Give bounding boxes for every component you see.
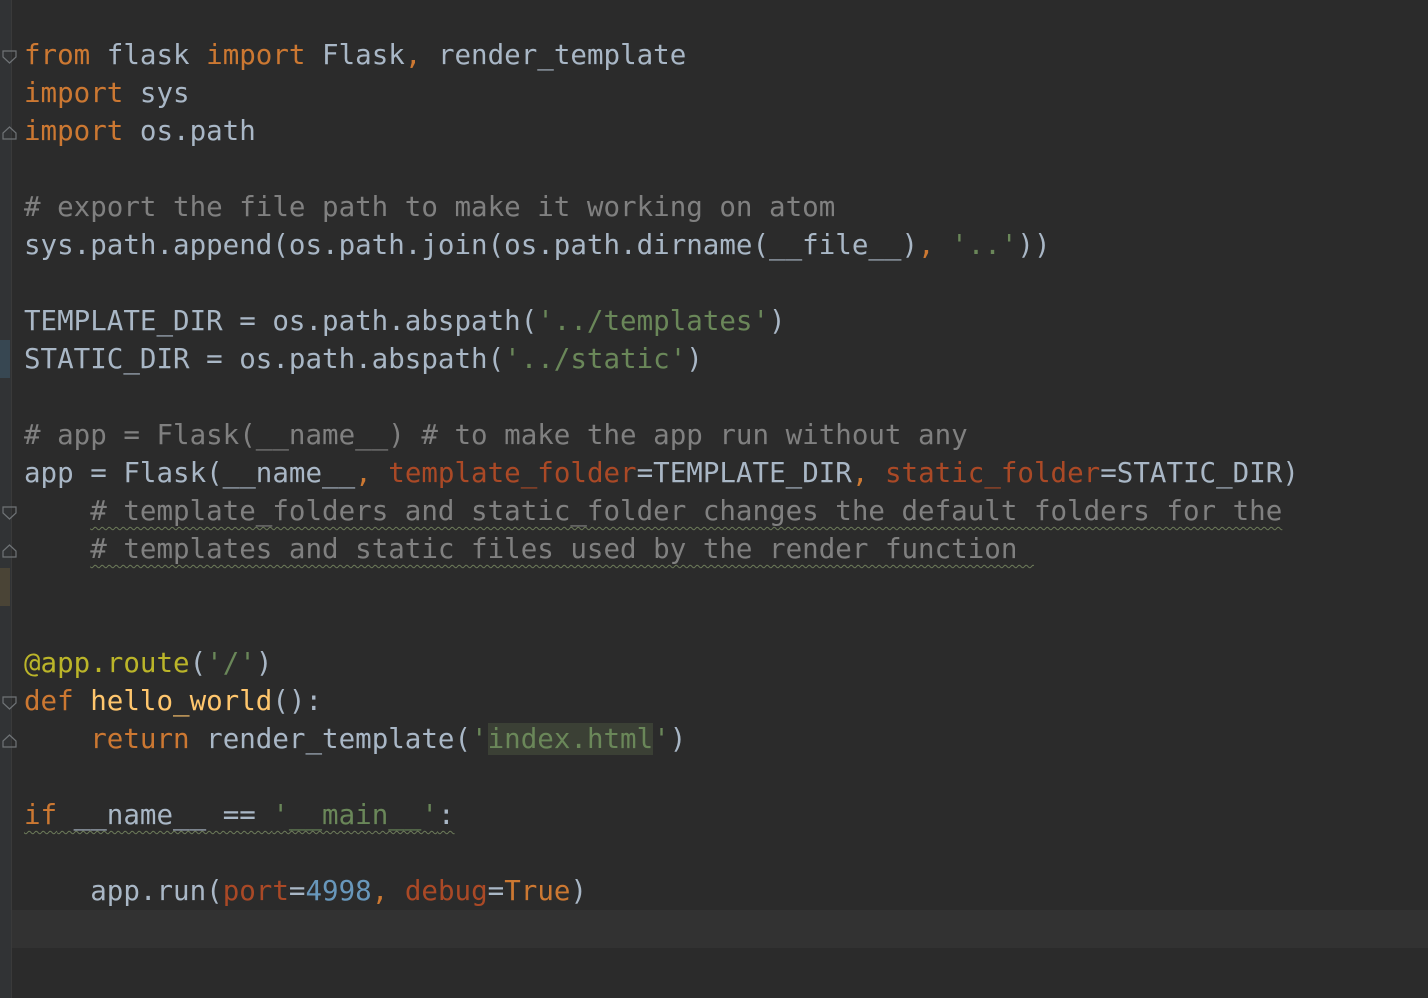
code-token: # templates and static files used by the… (90, 533, 1034, 565)
current-line-highlight (12, 910, 1428, 948)
code-token: debug (404, 875, 488, 907)
code-line[interactable]: # template_folders and static_folder cha… (24, 492, 1282, 530)
code-line[interactable]: # export the file path to make it workin… (24, 188, 835, 226)
code-token: =STATIC_DIR) (1100, 457, 1299, 489)
code-token: @app.route (24, 647, 190, 679)
code-token: if (24, 799, 58, 831)
code-token: from (24, 39, 91, 71)
code-token: '/' (206, 647, 256, 679)
code-token: : (437, 799, 455, 831)
code-token: import (24, 77, 124, 109)
code-token: port (222, 875, 289, 907)
code-token: # app = Flask(__name__) # to make the ap… (24, 419, 968, 451)
code-token: ' (653, 723, 670, 755)
code-line[interactable]: app = Flask(__name__, template_folder=TE… (24, 454, 1299, 492)
change-marker[interactable] (0, 568, 10, 606)
code-token: Flask (305, 39, 405, 71)
code-token: =TEMPLATE_DIR (636, 457, 852, 489)
code-token: def (24, 685, 74, 717)
code-token: , (355, 457, 389, 489)
code-token: hello_world (90, 685, 273, 717)
code-token: sys.path.append(os.path.join(os.path.dir… (24, 229, 919, 261)
code-token: '__main__' (272, 799, 438, 831)
code-token: os.path (123, 115, 256, 147)
code-token: __name__ == (57, 799, 273, 831)
code-token: ) (686, 343, 703, 375)
code-line[interactable]: return render_template('index.html') (24, 720, 686, 758)
code-token: , (851, 457, 885, 489)
code-token: import (24, 115, 124, 147)
code-token: # template_folders and static_folder cha… (90, 495, 1283, 527)
gutter-divider (11, 0, 12, 998)
code-line[interactable]: STATIC_DIR = os.path.abspath('../static'… (24, 340, 703, 378)
code-token: = (487, 875, 505, 907)
code-token: (): (272, 685, 323, 717)
fold-close-icon[interactable] (1, 544, 18, 558)
change-marker[interactable] (0, 340, 10, 378)
code-token: , (404, 39, 422, 71)
code-token: template_folder (388, 457, 637, 489)
code-token: )) (1017, 229, 1051, 261)
code-line[interactable]: def hello_world(): (24, 682, 322, 720)
code-line[interactable]: from flask import Flask, render_template (24, 36, 686, 74)
code-token: = (288, 875, 306, 907)
code-token: '../templates' (537, 305, 770, 337)
code-line[interactable]: if __name__ == '__main__': (24, 796, 455, 834)
code-line[interactable]: app.run(port=4998, debug=True) (24, 872, 587, 910)
code-editor[interactable]: from flask import Flask, render_template… (0, 0, 1428, 998)
code-token: ' (471, 723, 488, 755)
code-token: ) (769, 305, 786, 337)
fold-open-icon[interactable] (1, 50, 18, 64)
code-token: TEMPLATE_DIR = os.path.abspath( (24, 305, 538, 337)
code-token: ) (669, 723, 687, 755)
code-token: True (504, 875, 571, 907)
fold-open-icon[interactable] (1, 696, 18, 710)
code-token: app = Flask(__name__ (24, 457, 356, 489)
code-line[interactable]: # templates and static files used by the… (24, 530, 1034, 568)
code-token: ( (189, 647, 207, 679)
code-token: STATIC_DIR = os.path.abspath( (24, 343, 505, 375)
code-token: index.html (487, 723, 654, 755)
code-line[interactable]: # app = Flask(__name__) # to make the ap… (24, 416, 968, 454)
code-token: , (918, 229, 952, 261)
code-token: flask (90, 39, 207, 71)
code-token: render_template (421, 39, 687, 71)
code-token: app.run( (24, 875, 223, 907)
code-token: '..' (951, 229, 1018, 261)
code-line[interactable]: TEMPLATE_DIR = os.path.abspath('../templ… (24, 302, 786, 340)
code-token: 4998 (305, 875, 372, 907)
code-line[interactable]: import os.path (24, 112, 256, 150)
code-line[interactable]: sys.path.append(os.path.join(os.path.dir… (24, 226, 1051, 264)
code-token: , (371, 875, 405, 907)
code-token: # export the file path to make it workin… (24, 191, 836, 223)
code-token: '../static' (504, 343, 687, 375)
code-line[interactable]: @app.route('/') (24, 644, 272, 682)
code-token: return (90, 723, 190, 755)
code-token: import (206, 39, 306, 71)
editor-gutter[interactable] (0, 0, 17, 998)
code-token: sys (123, 77, 190, 109)
code-token: ) (570, 875, 587, 907)
fold-close-icon[interactable] (1, 126, 18, 140)
fold-open-icon[interactable] (1, 506, 18, 520)
code-token: ) (255, 647, 273, 679)
fold-close-icon[interactable] (1, 734, 18, 748)
code-line[interactable]: import sys (24, 74, 190, 112)
code-token: render_template( (189, 723, 472, 755)
code-token: static_folder (884, 457, 1101, 489)
